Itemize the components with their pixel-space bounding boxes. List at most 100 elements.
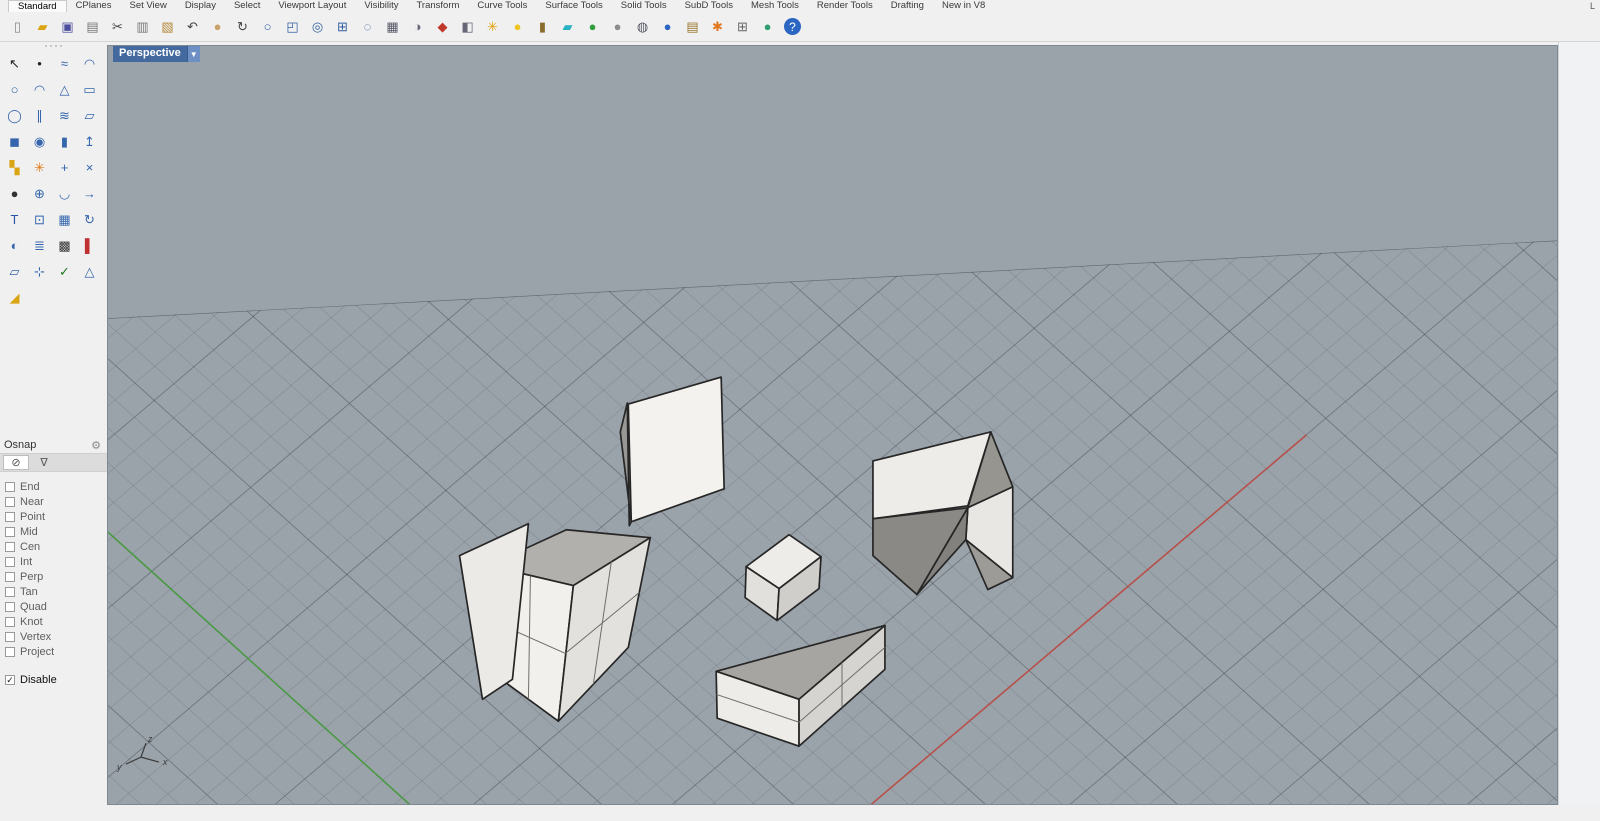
render-preview-icon[interactable]: ◧ bbox=[457, 16, 478, 37]
checkbox[interactable] bbox=[5, 587, 15, 597]
menu-tab-subd-tools[interactable]: SubD Tools bbox=[676, 0, 742, 12]
pan-icon[interactable]: ● bbox=[207, 16, 228, 37]
earth-icon[interactable]: ● bbox=[757, 16, 778, 37]
osnap-option-perp[interactable]: Perp bbox=[5, 569, 107, 584]
trim-icon[interactable]: × bbox=[77, 154, 102, 180]
sphere-blue-icon[interactable]: ● bbox=[657, 16, 678, 37]
rotate-icon[interactable]: ↻ bbox=[77, 206, 102, 232]
viewport-canvas[interactable]: xyz bbox=[108, 46, 1557, 804]
check-icon[interactable]: ✓ bbox=[52, 258, 77, 284]
paste-icon[interactable]: ▧ bbox=[157, 16, 178, 37]
move-icon[interactable]: + bbox=[52, 154, 77, 180]
checkbox[interactable] bbox=[5, 497, 15, 507]
undo-icon[interactable]: ↶ bbox=[182, 16, 203, 37]
select-arrow-icon[interactable]: ↖ bbox=[2, 50, 27, 76]
menu-tab-curve-tools[interactable]: Curve Tools bbox=[468, 0, 536, 12]
menu-tab-select[interactable]: Select bbox=[225, 0, 269, 12]
extend-icon[interactable]: → bbox=[77, 180, 102, 206]
checkbox[interactable] bbox=[5, 482, 15, 492]
point-icon[interactable]: • bbox=[27, 50, 52, 76]
menu-tab-viewport-layout[interactable]: Viewport Layout bbox=[269, 0, 355, 12]
zoom-selected-icon[interactable]: ◎ bbox=[307, 16, 328, 37]
copy-icon[interactable]: ▥ bbox=[132, 16, 153, 37]
checkbox[interactable] bbox=[5, 512, 15, 522]
text-icon[interactable]: T bbox=[2, 206, 27, 232]
zoom-extents-icon[interactable]: ⊞ bbox=[332, 16, 353, 37]
notes-icon[interactable]: ▤ bbox=[682, 16, 703, 37]
osnap-toggle-button[interactable]: ⊘ bbox=[3, 455, 29, 470]
menu-tab-drafting[interactable]: Drafting bbox=[882, 0, 933, 12]
osnap-option-mid[interactable]: Mid bbox=[5, 524, 107, 539]
loft-icon[interactable]: ≣ bbox=[27, 232, 52, 258]
osnap-option-project[interactable]: Project bbox=[5, 644, 107, 659]
osnap-option-cen[interactable]: Cen bbox=[5, 539, 107, 554]
shape-open-box[interactable] bbox=[873, 432, 1013, 595]
perspective-viewport[interactable]: xyz Perspective ▼ bbox=[107, 45, 1558, 805]
gumball-icon[interactable]: ⊹ bbox=[27, 258, 52, 284]
checkbox[interactable] bbox=[5, 557, 15, 567]
checkbox[interactable] bbox=[5, 647, 15, 657]
extrude-icon[interactable]: ↥ bbox=[77, 128, 102, 154]
checkbox[interactable] bbox=[5, 542, 15, 552]
osnap-option-vertex[interactable]: Vertex bbox=[5, 629, 107, 644]
sphere-checker-icon[interactable]: ◍ bbox=[632, 16, 653, 37]
osnap-option-point[interactable]: Point bbox=[5, 509, 107, 524]
surface-sphere-icon[interactable]: ◐ bbox=[2, 232, 27, 258]
sketch-curve-icon[interactable]: ◠ bbox=[77, 50, 102, 76]
checkbox[interactable] bbox=[5, 617, 15, 627]
print-icon[interactable]: ▤ bbox=[82, 16, 103, 37]
lock-icon[interactable]: ▮ bbox=[532, 16, 553, 37]
sun-icon[interactable]: ✳ bbox=[482, 16, 503, 37]
osnap-option-disable[interactable]: ✓Disable bbox=[5, 672, 107, 687]
insert-block-icon[interactable]: ▌ bbox=[77, 232, 102, 258]
cylinder-icon[interactable]: ▮ bbox=[52, 128, 77, 154]
explode-icon[interactable]: ✳ bbox=[27, 154, 52, 180]
menu-tab-set-view[interactable]: Set View bbox=[120, 0, 175, 12]
sphere-icon[interactable]: ◉ bbox=[27, 128, 52, 154]
boolean-union-icon[interactable]: ▚ bbox=[2, 154, 27, 180]
menu-tab-render-tools[interactable]: Render Tools bbox=[808, 0, 882, 12]
checkbox[interactable] bbox=[5, 572, 15, 582]
ellipse-icon[interactable]: ◯ bbox=[2, 102, 27, 128]
polyline-icon[interactable]: △ bbox=[52, 76, 77, 102]
circle-icon[interactable]: ○ bbox=[2, 76, 27, 102]
sphere-gray-icon[interactable]: ● bbox=[607, 16, 628, 37]
menu-tab-solid-tools[interactable]: Solid Tools bbox=[612, 0, 676, 12]
fillet-icon[interactable]: ◡ bbox=[52, 180, 77, 206]
shade-icon[interactable]: ◑ bbox=[407, 16, 428, 37]
osnap-option-knot[interactable]: Knot bbox=[5, 614, 107, 629]
checkbox[interactable] bbox=[5, 527, 15, 537]
menu-tab-new-in-v8[interactable]: New in V8 bbox=[933, 0, 994, 12]
rhino-render-icon[interactable]: ◆ bbox=[432, 16, 453, 37]
zoom-target-icon[interactable]: ◌ bbox=[357, 16, 378, 37]
menu-tab-display[interactable]: Display bbox=[176, 0, 225, 12]
join-icon[interactable]: ⊕ bbox=[27, 180, 52, 206]
offset-icon[interactable]: ∥ bbox=[27, 102, 52, 128]
curve-points-icon[interactable]: ≈ bbox=[52, 50, 77, 76]
osnap-option-near[interactable]: Near bbox=[5, 494, 107, 509]
blend-curve-icon[interactable]: ≋ bbox=[52, 102, 77, 128]
osnap-option-quad[interactable]: Quad bbox=[5, 599, 107, 614]
rectangle-icon[interactable]: ▭ bbox=[77, 76, 102, 102]
cut-icon[interactable]: ✂ bbox=[107, 16, 128, 37]
menu-tab-cplanes[interactable]: CPlanes bbox=[67, 0, 121, 12]
shape-wedge[interactable] bbox=[716, 625, 885, 746]
viewport-layout-icon[interactable]: ▦ bbox=[382, 16, 403, 37]
plane-icon[interactable]: ▱ bbox=[2, 258, 27, 284]
menu-tab-transform[interactable]: Transform bbox=[407, 0, 468, 12]
zoom-dynamic-icon[interactable]: ○ bbox=[257, 16, 278, 37]
lightbulb-icon[interactable]: ● bbox=[507, 16, 528, 37]
scale-icon[interactable]: ⊡ bbox=[27, 206, 52, 232]
checkbox[interactable] bbox=[5, 632, 15, 642]
help-icon[interactable]: ? bbox=[784, 18, 801, 35]
array-grid-icon[interactable]: ▩ bbox=[52, 232, 77, 258]
shape-small-box[interactable] bbox=[745, 535, 821, 621]
palette-drag-handle[interactable] bbox=[0, 42, 107, 50]
menu-tab-visibility[interactable]: Visibility bbox=[355, 0, 407, 12]
gear-orange-icon[interactable]: ✱ bbox=[707, 16, 728, 37]
curve-boolean-icon[interactable]: ● bbox=[582, 16, 603, 37]
checkbox[interactable] bbox=[5, 602, 15, 612]
gear-icon[interactable]: ⚙ bbox=[91, 439, 101, 452]
surface-cyan-icon[interactable]: ▰ bbox=[557, 16, 578, 37]
shear-icon[interactable]: ◢ bbox=[2, 284, 27, 310]
